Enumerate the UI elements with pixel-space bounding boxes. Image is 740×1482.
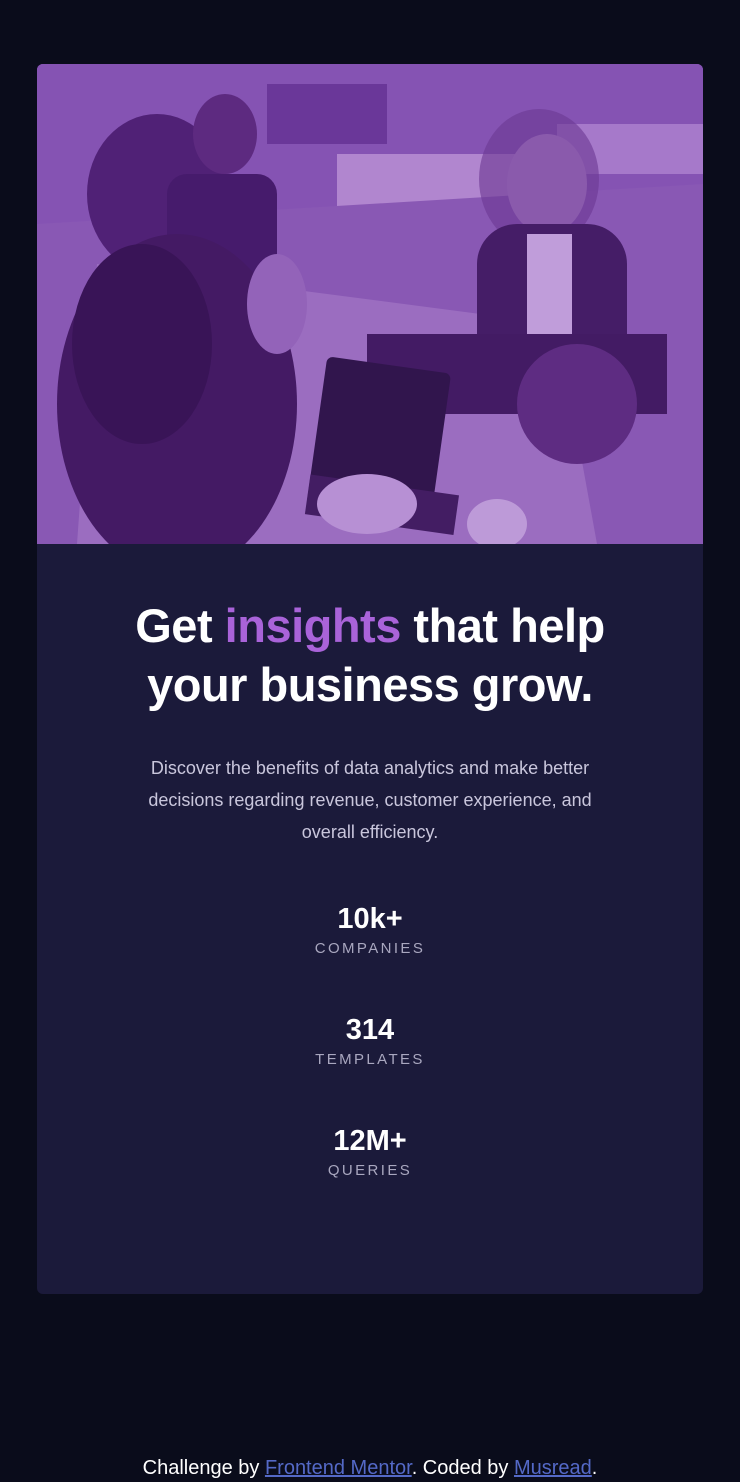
footer-suffix: . [591,1457,598,1479]
description: Discover the benefits of data analytics … [148,758,592,842]
footer-prefix: Challenge by [142,1457,265,1479]
hero-photo-illustration [37,64,703,544]
stat-queries: 12M+ QUERIES [37,1124,703,1235]
card-content: Get insights that help your business gro… [37,544,703,1235]
headline-accent: insights [224,599,402,652]
stat-companies: 10k+ COMPANIES [37,902,703,1013]
attribution-footer: Challenge by Frontend Mentor. Coded by M… [0,1455,740,1481]
stat-value: 10k+ [337,903,403,935]
stat-label: COMPANIES [314,940,426,957]
stat-value: 314 [345,1014,395,1046]
footer-middle: . Coded by [411,1457,514,1479]
stat-label: QUERIES [327,1162,413,1179]
stat-templates: 314 TEMPLATES [37,1013,703,1124]
author-link[interactable]: Musread [514,1457,592,1479]
frontend-mentor-link[interactable]: Frontend Mentor [265,1457,412,1479]
stats-card: Get insights that help your business gro… [37,64,703,1294]
stat-label: TEMPLATES [315,1051,425,1068]
stat-value: 12M+ [333,1125,407,1157]
stats-list: 10k+ COMPANIES 314 TEMPLATES 12M+ QUERIE… [37,902,703,1235]
hero-image [37,64,703,544]
headline: Get insights that help your business gro… [135,596,605,714]
headline-text-start: Get [135,599,225,652]
